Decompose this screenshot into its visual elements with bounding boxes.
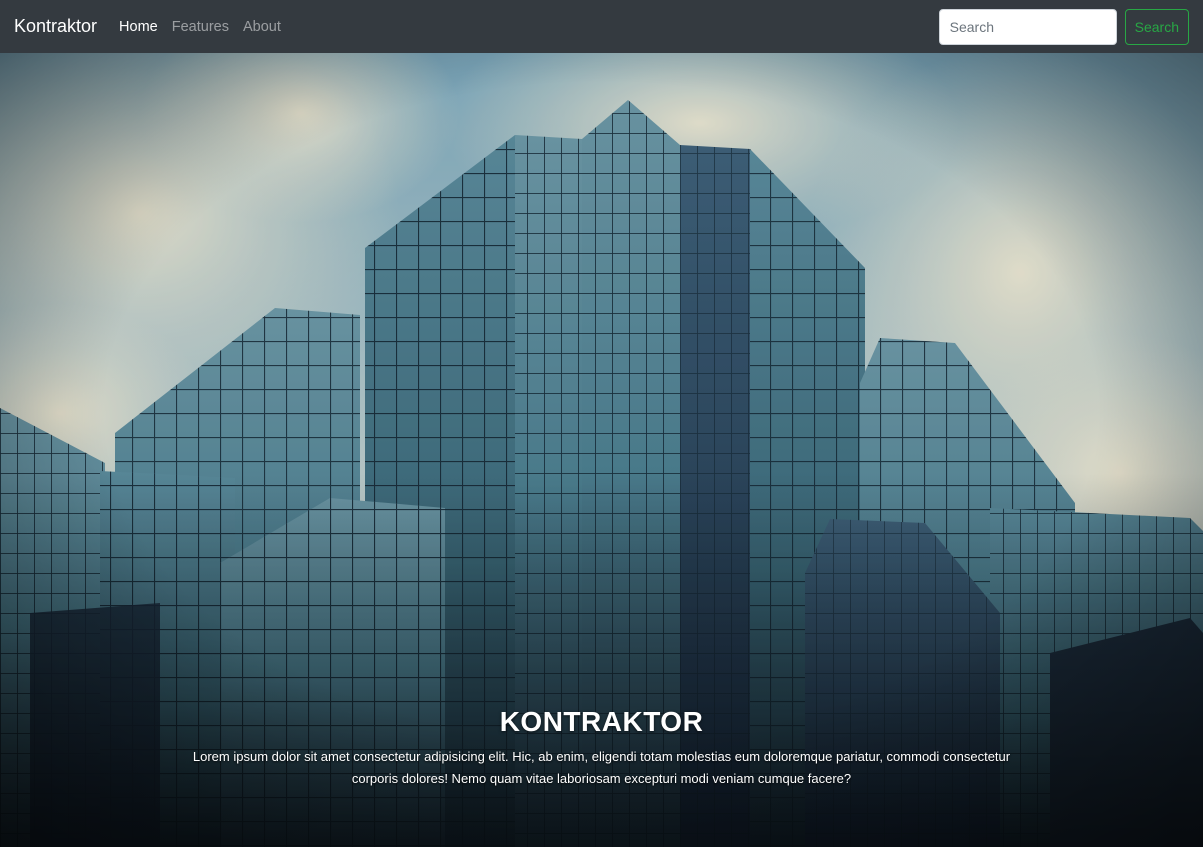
navbar: Kontraktor Home Features About Search [0,0,1203,53]
carousel-caption: KONTRAKTOR Lorem ipsum dolor sit amet co… [0,706,1203,790]
nav-link-home[interactable]: Home [119,19,158,35]
search-input[interactable] [938,8,1117,45]
caption-text: Lorem ipsum dolor sit amet consectetur a… [192,749,1011,786]
caption-title: KONTRAKTOR [499,706,704,737]
search-form: Search [938,8,1189,45]
nav-link-features[interactable]: Features [172,19,229,35]
navbar-brand[interactable]: Kontraktor [14,16,97,37]
hero-carousel: KONTRAKTOR Lorem ipsum dolor sit amet co… [0,53,1203,847]
nav-link-about[interactable]: About [243,19,281,35]
nav-links: Home Features About [119,19,281,35]
search-button[interactable]: Search [1124,8,1189,45]
